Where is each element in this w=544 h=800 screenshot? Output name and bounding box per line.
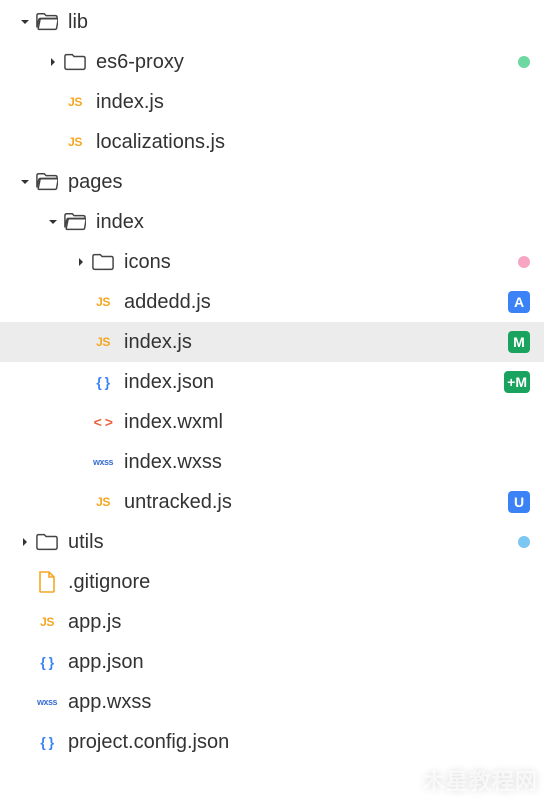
tree-item-label: lib (68, 11, 88, 34)
tree-row[interactable]: .gitignore (0, 562, 544, 602)
tree-item-label: icons (124, 251, 171, 274)
json-icon: { } (36, 651, 58, 673)
folder-icon (36, 531, 58, 553)
folder-open-icon (64, 211, 86, 233)
tree-row[interactable]: icons (0, 242, 544, 282)
vcs-status-badge: +M (504, 371, 530, 393)
js-icon: JS (92, 331, 114, 353)
tree-item-label: project.config.json (68, 731, 229, 754)
js-icon: JS (64, 91, 86, 113)
tree-item-label: addedd.js (124, 291, 211, 314)
vcs-status-badge: A (508, 291, 530, 313)
chevron-down-icon[interactable] (18, 15, 32, 29)
folder-icon (64, 51, 86, 73)
tree-row[interactable]: JS localizations.js (0, 122, 544, 162)
tree-row[interactable]: JS untracked.js U (0, 482, 544, 522)
tree-item-label: es6-proxy (96, 51, 184, 74)
tree-row[interactable]: wxss app.wxss (0, 682, 544, 722)
folder-open-icon (36, 11, 58, 33)
tree-item-label: index.js (124, 331, 192, 354)
vcs-status-badge: U (508, 491, 530, 513)
file-tree: lib es6-proxy JS index.js JS localizations.js… (0, 0, 544, 762)
tree-row[interactable]: JS index.js (0, 82, 544, 122)
tree-row[interactable]: lib (0, 2, 544, 42)
chevron-down-icon[interactable] (46, 215, 60, 229)
tree-item-label: index.json (124, 371, 214, 394)
tree-item-label: pages (68, 171, 123, 194)
tree-item-label: index.wxml (124, 411, 223, 434)
js-icon: JS (92, 491, 114, 513)
js-icon: JS (64, 131, 86, 153)
tree-row[interactable]: index (0, 202, 544, 242)
tree-item-label: app.js (68, 611, 121, 634)
tree-item-label: index.wxss (124, 451, 222, 474)
folder-icon (92, 251, 114, 273)
tree-item-label: app.json (68, 651, 144, 674)
tree-row[interactable]: JS addedd.js A (0, 282, 544, 322)
tree-item-label: .gitignore (68, 571, 150, 594)
folder-open-icon (36, 171, 58, 193)
tree-row[interactable]: < > index.wxml (0, 402, 544, 442)
tree-item-label: index.js (96, 91, 164, 114)
tree-item-label: utils (68, 531, 104, 554)
js-icon: JS (36, 611, 58, 633)
vcs-status-badge: M (508, 331, 530, 353)
wxss-icon: wxss (36, 691, 58, 713)
watermark-text: 木星教程网 (423, 764, 538, 796)
tree-item-label: index (96, 211, 144, 234)
tree-row[interactable]: { } app.json (0, 642, 544, 682)
tree-row[interactable]: wxss index.wxss (0, 442, 544, 482)
tree-row[interactable]: { } index.json +M (0, 362, 544, 402)
tree-row[interactable]: JS index.js M (0, 322, 544, 362)
wxss-icon: wxss (92, 451, 114, 473)
tree-row[interactable]: pages (0, 162, 544, 202)
tree-row[interactable]: { } project.config.json (0, 722, 544, 762)
tree-row[interactable]: es6-proxy (0, 42, 544, 82)
json-icon: { } (36, 731, 58, 753)
file-icon (36, 571, 58, 593)
chevron-right-icon[interactable] (46, 55, 60, 69)
wxml-icon: < > (92, 411, 114, 433)
js-icon: JS (92, 291, 114, 313)
json-icon: { } (92, 371, 114, 393)
chevron-down-icon[interactable] (18, 175, 32, 189)
tree-item-label: localizations.js (96, 131, 225, 154)
vcs-status-dot (518, 256, 530, 268)
tree-item-label: app.wxss (68, 691, 151, 714)
tree-row[interactable]: JS app.js (0, 602, 544, 642)
vcs-status-dot (518, 536, 530, 548)
chevron-right-icon[interactable] (18, 535, 32, 549)
chevron-right-icon[interactable] (74, 255, 88, 269)
tree-item-label: untracked.js (124, 491, 232, 514)
vcs-status-dot (518, 56, 530, 68)
tree-row[interactable]: utils (0, 522, 544, 562)
